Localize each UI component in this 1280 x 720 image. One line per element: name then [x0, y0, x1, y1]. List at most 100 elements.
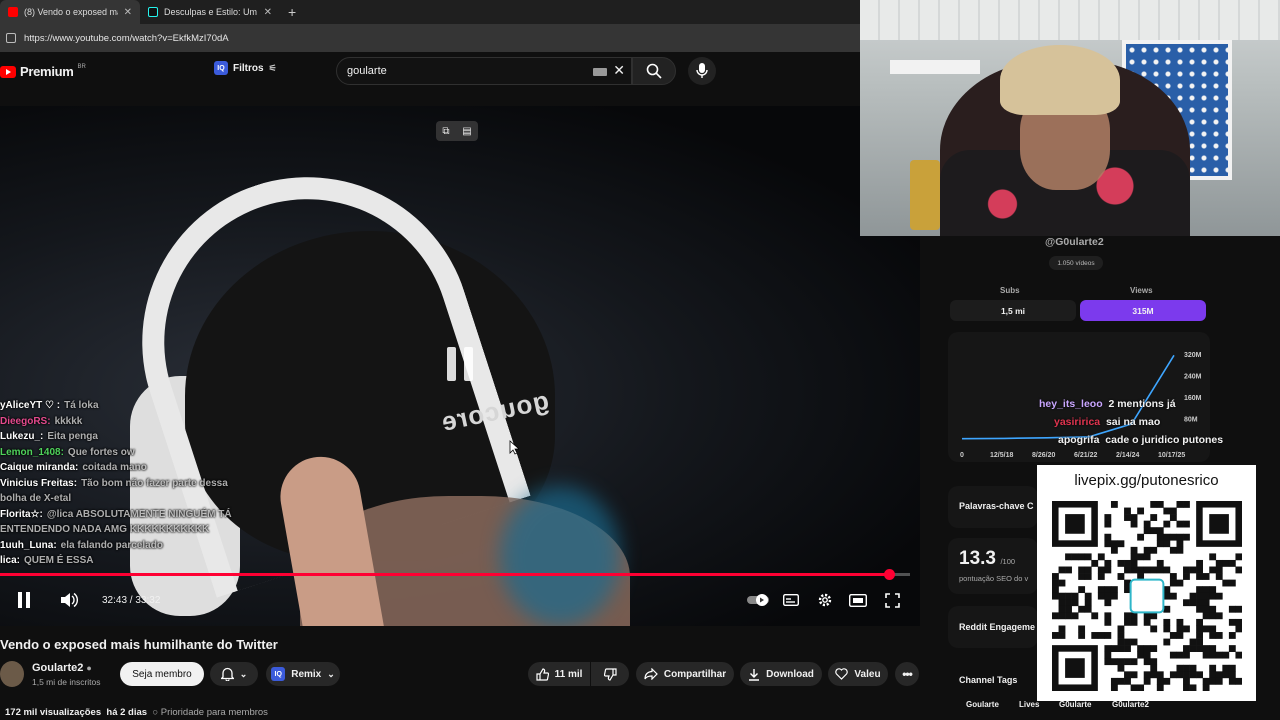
qr-module: [1215, 566, 1223, 574]
qr-module: [1058, 579, 1066, 587]
qr-module: [1209, 605, 1217, 613]
tab-youtube[interactable]: (8) Vendo o exposed mais h ✕: [0, 0, 140, 24]
close-tab-icon[interactable]: ✕: [264, 7, 272, 18]
qr-module: [1196, 592, 1203, 600]
qr-module: [1209, 592, 1217, 600]
autoplay-toggle[interactable]: [746, 592, 770, 608]
qr-module: [1215, 573, 1223, 580]
channel-name-text[interactable]: Goularte2: [32, 662, 83, 674]
chat-message: 1uuh_Luna: ela falando parcelado: [0, 538, 240, 554]
views-tab[interactable]: 315M: [1080, 300, 1206, 321]
qr-module: [1130, 546, 1138, 554]
donation-qr-card: [1037, 465, 1256, 701]
qr-module: [1209, 566, 1217, 574]
qr-module: [1183, 599, 1190, 607]
join-button[interactable]: Seja membro: [120, 662, 204, 686]
center-pause-icon[interactable]: [432, 336, 488, 392]
tag[interactable]: Goularte: [966, 700, 999, 709]
qr-module: [1228, 645, 1236, 652]
qr-module: [1228, 632, 1236, 639]
video-player[interactable]: goucore ⧉ ▤ yAliceYT ♡ : Tá loka DieegoRS:…: [0, 106, 920, 626]
remix-label: Remix: [291, 668, 322, 680]
qr-module: [1169, 671, 1177, 679]
thanks-button[interactable]: Valeu: [828, 662, 888, 686]
subtitles-button[interactable]: [782, 591, 800, 609]
x-tick-label: 2/14/24: [1116, 452, 1139, 459]
chat-message: Lukezu_: Eita penga: [0, 429, 240, 445]
fullscreen-button[interactable]: [882, 590, 902, 610]
address-bar[interactable]: https://www.youtube.com/watch?v=EkfkMzI7…: [0, 24, 860, 52]
qr-module: [1137, 645, 1145, 652]
keyboard-icon[interactable]: [593, 68, 607, 76]
new-tab-icon[interactable]: +: [288, 4, 296, 20]
ceiling: [860, 0, 1280, 40]
qr-module: [1202, 651, 1210, 659]
qr-module: [1078, 566, 1086, 574]
qr-module: [1215, 592, 1223, 600]
miniplayer-icon[interactable]: ⧉: [442, 126, 449, 137]
qr-module: [1150, 546, 1158, 554]
site-info-icon[interactable]: [6, 33, 16, 43]
qr-module: [1156, 677, 1164, 685]
qr-module: [1209, 664, 1217, 672]
settings-button[interactable]: [815, 590, 835, 610]
qr-module: [1071, 592, 1079, 600]
pause-button[interactable]: [14, 590, 34, 610]
youtube-logo[interactable]: Premium BR: [0, 64, 86, 79]
player-top-icons[interactable]: ⧉ ▤: [436, 121, 478, 141]
remix-button[interactable]: IQ Remix ⌄: [266, 662, 340, 686]
qr-module: [1104, 599, 1112, 607]
share-button[interactable]: Compartilhar: [636, 662, 734, 686]
qr-module: [1078, 632, 1086, 639]
dislike-button[interactable]: [591, 662, 629, 686]
chat-user: yAliceYT ♡ :: [0, 400, 61, 411]
qr-module: [1104, 632, 1112, 639]
search-input[interactable]: goularte ✕: [336, 57, 632, 85]
qr-module: [1222, 579, 1230, 587]
notifications-button[interactable]: ⌄: [210, 662, 258, 686]
qr-module: [1169, 533, 1177, 541]
qr-module: [1104, 645, 1112, 652]
tab-tiktok[interactable]: Desculpas e Estilo: Um GRWM Di ✕: [140, 0, 280, 24]
tag[interactable]: G0ularte: [1059, 700, 1091, 709]
avatar[interactable]: [0, 661, 24, 687]
qr-module: [1150, 501, 1158, 508]
qr-module: [1117, 638, 1125, 646]
search-button[interactable]: [632, 57, 676, 85]
qr-module: [1183, 566, 1190, 574]
more-actions-button[interactable]: •••: [895, 662, 919, 686]
qr-module: [1163, 520, 1171, 528]
share-label: Compartilhar: [663, 668, 727, 680]
qr-module: [1124, 618, 1131, 626]
qr-module: [1137, 553, 1145, 561]
tag[interactable]: Lives: [1019, 700, 1039, 709]
qr-module: [1163, 677, 1171, 685]
qr-module: [1065, 553, 1072, 561]
clear-search-icon[interactable]: ✕: [613, 62, 625, 79]
notes-icon[interactable]: ▤: [462, 126, 471, 137]
qr-module: [1150, 671, 1158, 679]
voice-search-button[interactable]: [688, 57, 716, 85]
qr-module: [1078, 605, 1086, 613]
qr-module: [1084, 566, 1092, 574]
subs-tab[interactable]: 1,5 mi: [950, 300, 1076, 321]
chat-text: Eita penga: [47, 431, 98, 442]
seo-score-block: 13.3 /100: [959, 548, 1015, 570]
qr-module: [1163, 540, 1171, 548]
qr-module: [1176, 618, 1184, 626]
tag[interactable]: G0ularte2: [1112, 700, 1149, 709]
theater-mode-button[interactable]: [848, 591, 868, 609]
progress-scrubber[interactable]: [884, 569, 896, 580]
download-button[interactable]: Download: [740, 662, 822, 686]
qr-module: [1078, 553, 1086, 561]
channel-name[interactable]: Goularte2 ●: [32, 662, 92, 674]
like-button[interactable]: 11 mil: [528, 662, 590, 686]
progress-bar[interactable]: [0, 569, 910, 580]
url-text[interactable]: https://www.youtube.com/watch?v=EkfkMzI7…: [24, 33, 229, 44]
qr-module: [1104, 658, 1112, 666]
close-tab-icon[interactable]: ✕: [124, 7, 132, 18]
filters-button[interactable]: IQ Filtros ⚟: [214, 61, 277, 75]
qr-module: [1058, 599, 1066, 607]
volume-button[interactable]: [58, 590, 80, 610]
qr-module: [1058, 592, 1066, 600]
